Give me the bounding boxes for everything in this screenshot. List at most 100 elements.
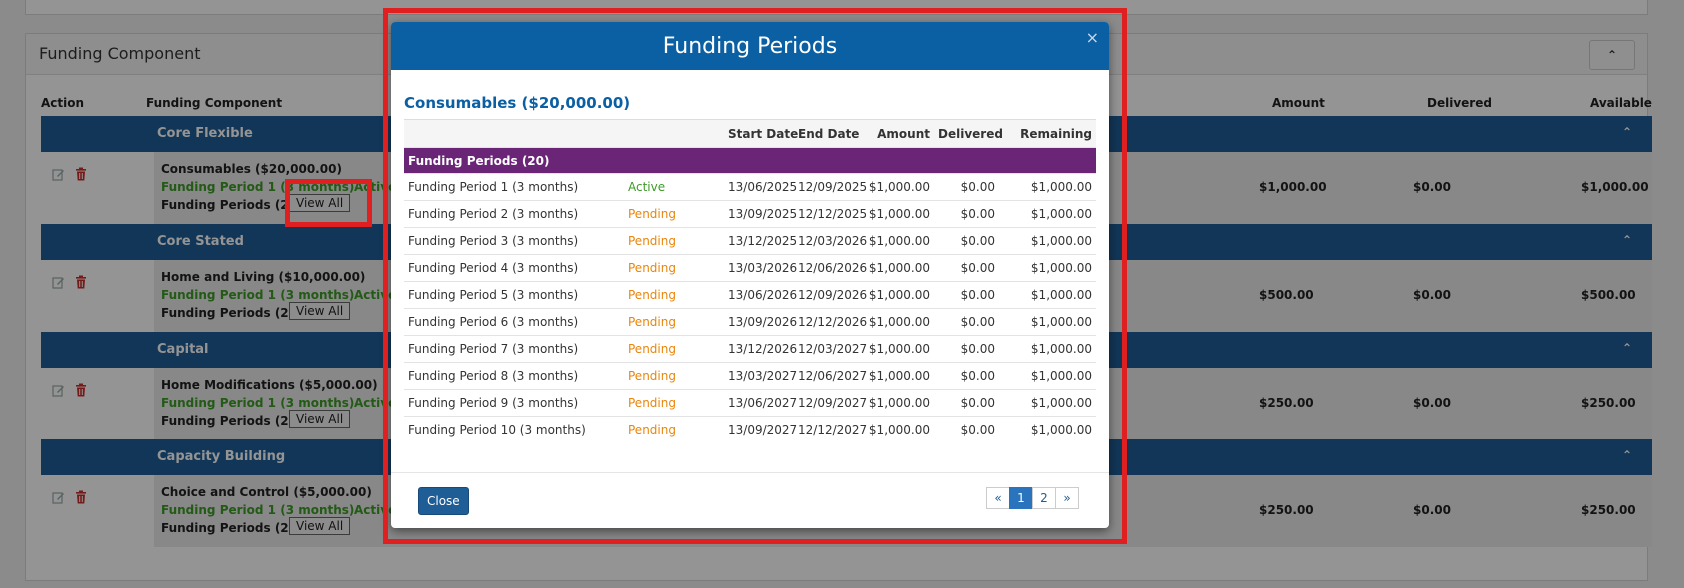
pagination: «1 2» [986, 487, 1079, 509]
remaining: $1,000.00 [999, 389, 1096, 417]
start-date: 13/06/2025 [724, 173, 797, 201]
remaining: $1,000.00 [999, 173, 1096, 201]
period-status: Pending [624, 335, 724, 363]
period-name: Funding Period 6 (3 months) [404, 308, 624, 336]
funding-periods-table: Start Date End Date Amount Delivered Remaini… [404, 119, 1096, 443]
table-row: Funding Period 2 (3 months) Pending 13/09/… [404, 200, 1096, 228]
pagination-page-1[interactable]: 1 [1009, 487, 1033, 509]
end-date: 12/12/2025 [794, 200, 867, 228]
remaining: $1,000.00 [999, 308, 1096, 336]
period-name: Funding Period 9 (3 months) [404, 389, 624, 417]
start-date: 13/09/2026 [724, 308, 797, 336]
amount: $1,000.00 [864, 200, 934, 228]
start-date: 13/06/2027 [724, 389, 797, 417]
amount: $1,000.00 [864, 335, 934, 363]
table-row: Funding Period 9 (3 months) Pending 13/06/… [404, 389, 1096, 417]
delivered: $0.00 [934, 227, 999, 255]
remaining: $1,000.00 [999, 200, 1096, 228]
period-name: Funding Period 7 (3 months) [404, 335, 624, 363]
remaining: $1,000.00 [999, 254, 1096, 282]
start-date: 13/03/2027 [724, 362, 797, 390]
end-date: 12/06/2026 [794, 254, 867, 282]
header-col-amount: Amount [864, 119, 934, 148]
close-button[interactable]: Close [418, 487, 469, 515]
period-status: Pending [624, 281, 724, 309]
header-col-remaining: Remaining [999, 119, 1096, 148]
end-date: 12/09/2027 [794, 389, 867, 417]
period-status: Pending [624, 200, 724, 228]
table-row: Funding Period 8 (3 months) Pending 13/03/… [404, 362, 1096, 390]
remaining: $1,000.00 [999, 335, 1096, 363]
start-date: 13/12/2025 [724, 227, 797, 255]
header-col-start-date: Start Date [724, 119, 798, 148]
delivered: $0.00 [934, 308, 999, 336]
start-date: 13/09/2027 [724, 416, 797, 443]
funding-periods-modal: Funding Periods × Consumables ($20,000.0… [391, 22, 1109, 528]
period-status: Pending [624, 389, 724, 417]
period-status: Pending [624, 308, 724, 336]
end-date: 12/03/2026 [794, 227, 867, 255]
amount: $1,000.00 [864, 389, 934, 417]
remaining: $1,000.00 [999, 227, 1096, 255]
delivered: $0.00 [934, 362, 999, 390]
period-name: Funding Period 3 (3 months) [404, 227, 624, 255]
pagination-next[interactable]: » [1055, 487, 1079, 509]
delivered: $0.00 [934, 200, 999, 228]
table-row: Funding Period 7 (3 months) Pending 13/12/… [404, 335, 1096, 363]
end-date: 12/12/2027 [794, 416, 867, 443]
group-label: Funding Periods (20) [404, 147, 1096, 174]
amount: $1,000.00 [864, 362, 934, 390]
modal-footer: Close «1 2» [391, 472, 1109, 528]
period-name: Funding Period 5 (3 months) [404, 281, 624, 309]
table-row: Funding Period 4 (3 months) Pending 13/03/… [404, 254, 1096, 282]
start-date: 13/06/2026 [724, 281, 797, 309]
period-name: Funding Period 10 (3 months) [404, 416, 624, 443]
header-col-status [624, 119, 724, 148]
end-date: 12/09/2025 [794, 173, 867, 201]
period-name: Funding Period 1 (3 months) [404, 173, 624, 201]
end-date: 12/03/2027 [794, 335, 867, 363]
period-status: Pending [624, 362, 724, 390]
period-status: Pending [624, 416, 724, 443]
remaining: $1,000.00 [999, 416, 1096, 443]
modal-title: Funding Periods [662, 34, 838, 59]
table-row: Funding Period 3 (3 months) Pending 13/12/… [404, 227, 1096, 255]
delivered: $0.00 [934, 389, 999, 417]
amount: $1,000.00 [864, 227, 934, 255]
period-status: Pending [624, 254, 724, 282]
end-date: 12/06/2027 [794, 362, 867, 390]
table-row: Funding Period 6 (3 months) Pending 13/09/… [404, 308, 1096, 336]
pagination-page-2[interactable]: 2 [1032, 487, 1056, 509]
amount: $1,000.00 [864, 416, 934, 443]
delivered: $0.00 [934, 416, 999, 443]
delivered: $0.00 [934, 335, 999, 363]
end-date: 12/09/2026 [794, 281, 867, 309]
table-row: Funding Period 5 (3 months) Pending 13/06/… [404, 281, 1096, 309]
period-status: Pending [624, 227, 724, 255]
table-header-row: Start Date End Date Amount Delivered Remaini… [404, 119, 1096, 148]
table-row: Funding Period 10 (3 months) Pending 13/09… [404, 416, 1096, 443]
header-col-name [404, 119, 624, 148]
delivered: $0.00 [934, 173, 999, 201]
amount: $1,000.00 [864, 173, 934, 201]
delivered: $0.00 [934, 281, 999, 309]
table-row: Funding Period 1 (3 months) Active 13/06/2… [404, 173, 1096, 201]
period-name: Funding Period 8 (3 months) [404, 362, 624, 390]
remaining: $1,000.00 [999, 281, 1096, 309]
close-icon[interactable]: × [1086, 28, 1099, 47]
group-row: Funding Periods (20) [404, 147, 1096, 174]
period-status: Active [624, 173, 724, 201]
end-date: 12/12/2026 [794, 308, 867, 336]
amount: $1,000.00 [864, 254, 934, 282]
amount: $1,000.00 [864, 308, 934, 336]
start-date: 13/09/2025 [724, 200, 797, 228]
header-col-delivered: Delivered [934, 119, 1003, 148]
delivered: $0.00 [934, 254, 999, 282]
pagination-prev[interactable]: « [986, 487, 1010, 509]
modal-header: Funding Periods × [391, 22, 1109, 70]
start-date: 13/03/2026 [724, 254, 797, 282]
modal-subtitle: Consumables ($20,000.00) [404, 94, 631, 112]
header-col-end-date: End Date [794, 119, 864, 148]
remaining: $1,000.00 [999, 362, 1096, 390]
period-name: Funding Period 4 (3 months) [404, 254, 624, 282]
